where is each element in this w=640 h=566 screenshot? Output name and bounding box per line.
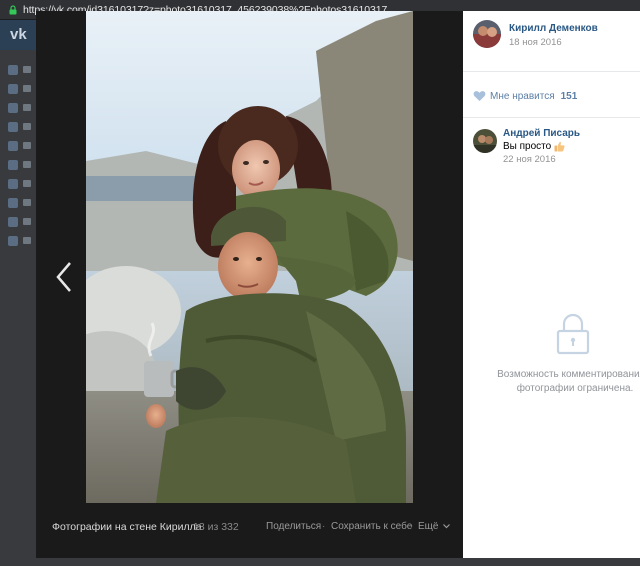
author-name-link[interactable]: Кирилл Деменков [509, 23, 598, 34]
author-avatar-image [473, 20, 501, 48]
nav-text-placeholder [23, 161, 31, 168]
nav-icon [8, 197, 18, 208]
like-button[interactable]: Мне нравится 151 [473, 90, 577, 102]
photo-container[interactable] [86, 11, 413, 503]
author-avatar[interactable] [473, 20, 501, 48]
vk-logo-icon: vk [10, 26, 27, 43]
divider [463, 117, 640, 118]
nav-icon [8, 159, 18, 170]
commenter-avatar[interactable] [473, 129, 497, 153]
heart-icon [473, 91, 486, 101]
nav-icon [8, 216, 18, 227]
commenter-avatar-image [473, 129, 497, 153]
comments-restricted-message: Возможность комментирования э фотографии… [485, 368, 640, 396]
nav-icon [8, 140, 18, 151]
like-label: Мне нравится [490, 90, 555, 102]
nav-text-placeholder [23, 66, 31, 73]
viewer-toolbar: Фотографии на стене Кирилла 13 из 332 По… [36, 503, 463, 558]
restricted-line-1: Возможность комментирования э [497, 369, 640, 380]
comment-body: Вы просто [503, 141, 552, 152]
comment-date[interactable]: 22 ноя 2016 [503, 154, 556, 165]
album-title[interactable]: Фотографии на стене Кирилла [52, 521, 202, 533]
separator-dot: · [322, 521, 326, 532]
more-button[interactable]: Ещё [418, 521, 451, 532]
nav-text-placeholder [23, 123, 31, 130]
nav-icon [8, 121, 18, 132]
nav-icon [8, 235, 18, 246]
nav-icon [8, 83, 18, 94]
nav-text-placeholder [23, 218, 31, 225]
more-label: Ещё [418, 521, 439, 532]
divider [463, 71, 640, 72]
nav-text-placeholder [23, 199, 31, 206]
post-date[interactable]: 18 ноя 2016 [509, 37, 562, 48]
photo-info-panel: Кирилл Деменков 18 ноя 2016 Мне нравится… [463, 11, 640, 558]
photo-viewer: Фотографии на стене Кирилла 13 из 332 По… [36, 11, 463, 558]
photo-image[interactable] [86, 11, 413, 503]
nav-icon [8, 178, 18, 189]
nav-icon [8, 102, 18, 113]
nav-text-placeholder [23, 85, 31, 92]
secure-lock-icon [9, 4, 17, 14]
lock-icon [556, 313, 590, 355]
nav-text-placeholder [23, 104, 31, 111]
restricted-line-2: фотографии ограничена. [516, 383, 634, 394]
nav-text-placeholder [23, 142, 31, 149]
nav-text-placeholder [23, 237, 31, 244]
nav-text-placeholder [23, 180, 31, 187]
commenter-name-link[interactable]: Андрей Писарь [503, 128, 580, 139]
save-to-self-button[interactable]: Сохранить к себе [331, 521, 412, 532]
nav-icon [8, 64, 18, 75]
comment-text: Вы просто [503, 141, 565, 152]
chevron-down-icon [443, 524, 451, 529]
thumbs-up-emoji-icon [554, 141, 565, 152]
separator-dot: · [410, 521, 414, 532]
photo-counter: 13 из 332 [193, 521, 239, 533]
previous-photo-arrow-icon[interactable] [52, 257, 76, 297]
like-count: 151 [560, 90, 578, 102]
share-button[interactable]: Поделиться [266, 521, 321, 532]
